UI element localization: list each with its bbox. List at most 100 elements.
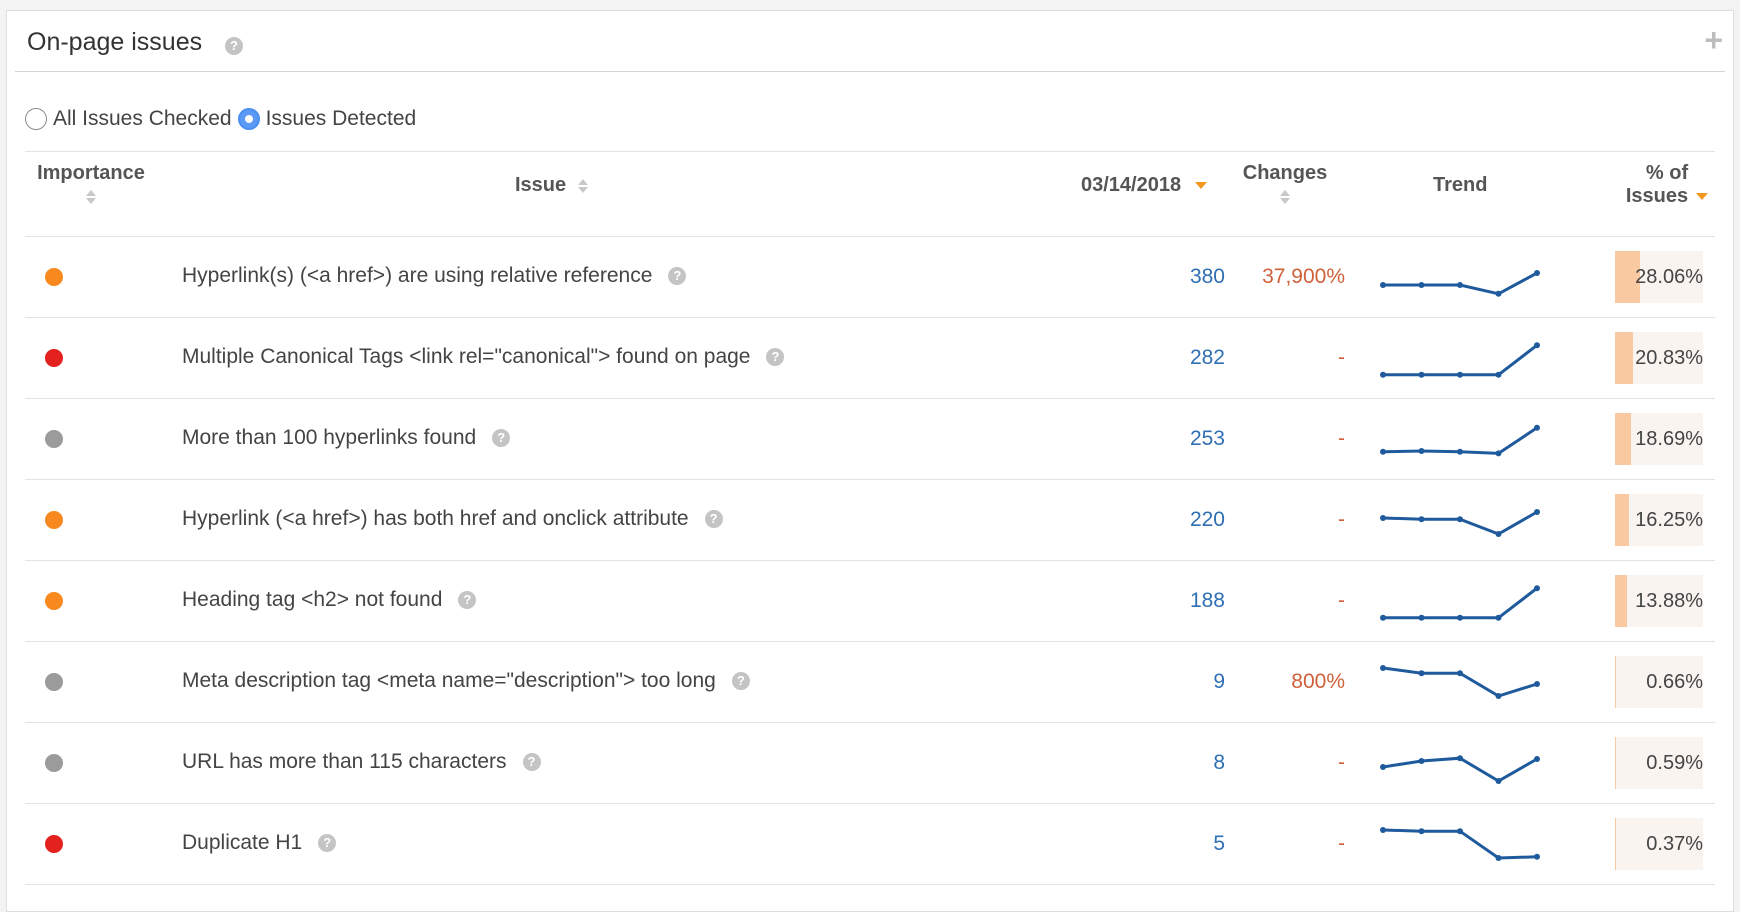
issue-cell: Hyperlink (<a href>) has both href and o…	[182, 507, 723, 531]
help-icon[interactable]: ?	[668, 267, 687, 286]
help-icon[interactable]: ?	[731, 672, 750, 691]
table-header: Importance Issue 03/14/2018 Changes Tren…	[25, 151, 1715, 237]
importance-dot	[45, 511, 63, 529]
trend-point	[1457, 282, 1463, 288]
issue-change: -	[1338, 832, 1345, 855]
trend-point	[1380, 614, 1386, 621]
issue-count[interactable]: 282	[1190, 346, 1225, 370]
trend-point	[1418, 371, 1425, 378]
issue-change: -	[1338, 346, 1345, 369]
table-row[interactable]: Multiple Canonical Tags <link rel="canon…	[25, 318, 1715, 399]
issue-text[interactable]: Multiple Canonical Tags <link rel="canon…	[182, 345, 750, 368]
col-changes-label: Changes	[1242, 162, 1328, 184]
pct-value: 16.25%	[1635, 509, 1703, 531]
trend-sparkline	[1380, 665, 1540, 699]
col-pct-line2: Issues	[1625, 185, 1689, 207]
issue-text[interactable]: Hyperlink(s) (<a href>) are using relati…	[182, 264, 652, 287]
trend-line	[1382, 756, 1538, 783]
filter-all-issues-label: All Issues Checked	[53, 107, 232, 130]
importance-dot	[45, 268, 63, 286]
pct-value: 0.59%	[1646, 752, 1703, 774]
trend-point	[1418, 614, 1425, 621]
trend-point	[1380, 371, 1386, 378]
filter-all-issues[interactable]: All Issues Checked	[25, 107, 232, 131]
add-icon[interactable]: +	[1704, 24, 1723, 56]
trend-sparkline	[1380, 755, 1540, 784]
widget-header: On-page issues ? +	[15, 11, 1725, 72]
filter-issues-detected[interactable]: Issues Detected	[237, 107, 416, 131]
issue-count[interactable]: 8	[1213, 751, 1225, 775]
issue-count[interactable]: 188	[1190, 589, 1225, 613]
table-row[interactable]: Heading tag <h2> not found? 188 - 13.88%	[25, 561, 1715, 642]
pct-bar	[1615, 413, 1632, 465]
widget-title: On-page issues	[27, 28, 203, 56]
trend-point	[1534, 756, 1540, 762]
trend-sparkline	[1380, 424, 1540, 457]
trend-point	[1495, 614, 1502, 621]
help-icon[interactable]: ?	[492, 429, 511, 448]
pct-cell: 0.59%	[1615, 737, 1703, 789]
importance-dot	[45, 349, 63, 367]
col-issue[interactable]: Issue	[515, 174, 588, 197]
pct-cell: 16.25%	[1615, 494, 1703, 546]
trend-sparkline	[1380, 342, 1540, 378]
issue-change: -	[1338, 427, 1345, 450]
issue-count[interactable]: 9	[1213, 670, 1225, 694]
issue-text[interactable]: More than 100 hyperlinks found	[182, 426, 476, 449]
issue-count[interactable]: 253	[1190, 427, 1225, 451]
issue-cell: Multiple Canonical Tags <link rel="canon…	[182, 345, 785, 369]
table-row[interactable]: Meta description tag <meta name="descrip…	[25, 642, 1715, 723]
issue-count[interactable]: 220	[1190, 508, 1225, 532]
pct-bar	[1615, 737, 1616, 789]
radio-issues-detected[interactable]	[237, 108, 260, 130]
pct-bar	[1615, 332, 1634, 384]
issue-text[interactable]: Meta description tag <meta name="descrip…	[182, 669, 716, 692]
help-icon[interactable]: ?	[522, 753, 541, 772]
trend-point	[1495, 855, 1502, 861]
col-importance[interactable]: Importance	[31, 162, 151, 208]
table-row[interactable]: Hyperlink(s) (<a href>) are using relati…	[25, 237, 1715, 318]
trend-point	[1457, 614, 1463, 621]
sort-desc-icon[interactable]	[1696, 193, 1709, 201]
issue-count[interactable]: 5	[1213, 832, 1225, 856]
table-row[interactable]: Duplicate H1? 5 - 0.37%	[25, 804, 1715, 885]
col-date[interactable]: 03/14/2018	[1081, 174, 1207, 197]
table-row[interactable]: More than 100 hyperlinks found? 253 - 18…	[25, 399, 1715, 480]
importance-dot	[45, 673, 63, 691]
radio-all-issues[interactable]	[25, 108, 47, 130]
help-icon[interactable]: ?	[704, 510, 723, 529]
sort-desc-icon[interactable]	[1194, 182, 1207, 190]
help-icon[interactable]: ?	[225, 37, 243, 55]
trend-sparkline	[1380, 827, 1540, 861]
pct-cell: 13.88%	[1615, 575, 1703, 627]
help-icon[interactable]: ?	[458, 591, 477, 610]
pct-value: 28.06%	[1635, 266, 1703, 288]
table-row[interactable]: URL has more than 115 characters? 8 - 0.…	[25, 723, 1715, 804]
table-row[interactable]: Hyperlink (<a href>) has both href and o…	[25, 480, 1715, 561]
issue-text[interactable]: URL has more than 115 characters	[182, 750, 507, 773]
issue-count[interactable]: 380	[1190, 265, 1225, 289]
col-pct-issues[interactable]: % of Issues	[1617, 162, 1717, 208]
trend-point	[1534, 585, 1540, 592]
help-icon[interactable]: ?	[766, 348, 785, 367]
trend-point	[1380, 448, 1386, 455]
sort-icon[interactable]	[577, 178, 588, 193]
issue-change: 37,900%	[1262, 265, 1345, 288]
help-icon[interactable]: ?	[318, 834, 337, 853]
pct-cell: 20.83%	[1615, 332, 1703, 384]
sort-icon[interactable]	[86, 189, 96, 204]
trend-point	[1534, 853, 1540, 860]
trend-point	[1534, 342, 1540, 349]
col-changes[interactable]: Changes	[1235, 162, 1335, 208]
trend-sparkline	[1380, 585, 1540, 621]
pct-bar	[1615, 494, 1630, 546]
issue-text[interactable]: Hyperlink (<a href>) has both href and o…	[182, 507, 689, 530]
trend-line	[1383, 344, 1538, 377]
issue-text[interactable]: Duplicate H1	[182, 831, 302, 854]
sort-icon[interactable]	[1280, 189, 1290, 204]
issue-text[interactable]: Heading tag <h2> not found	[182, 588, 442, 611]
trend-point	[1457, 516, 1463, 523]
trend-sparkline	[1380, 270, 1540, 297]
trend-point	[1418, 448, 1425, 454]
trend-point	[1495, 778, 1502, 784]
